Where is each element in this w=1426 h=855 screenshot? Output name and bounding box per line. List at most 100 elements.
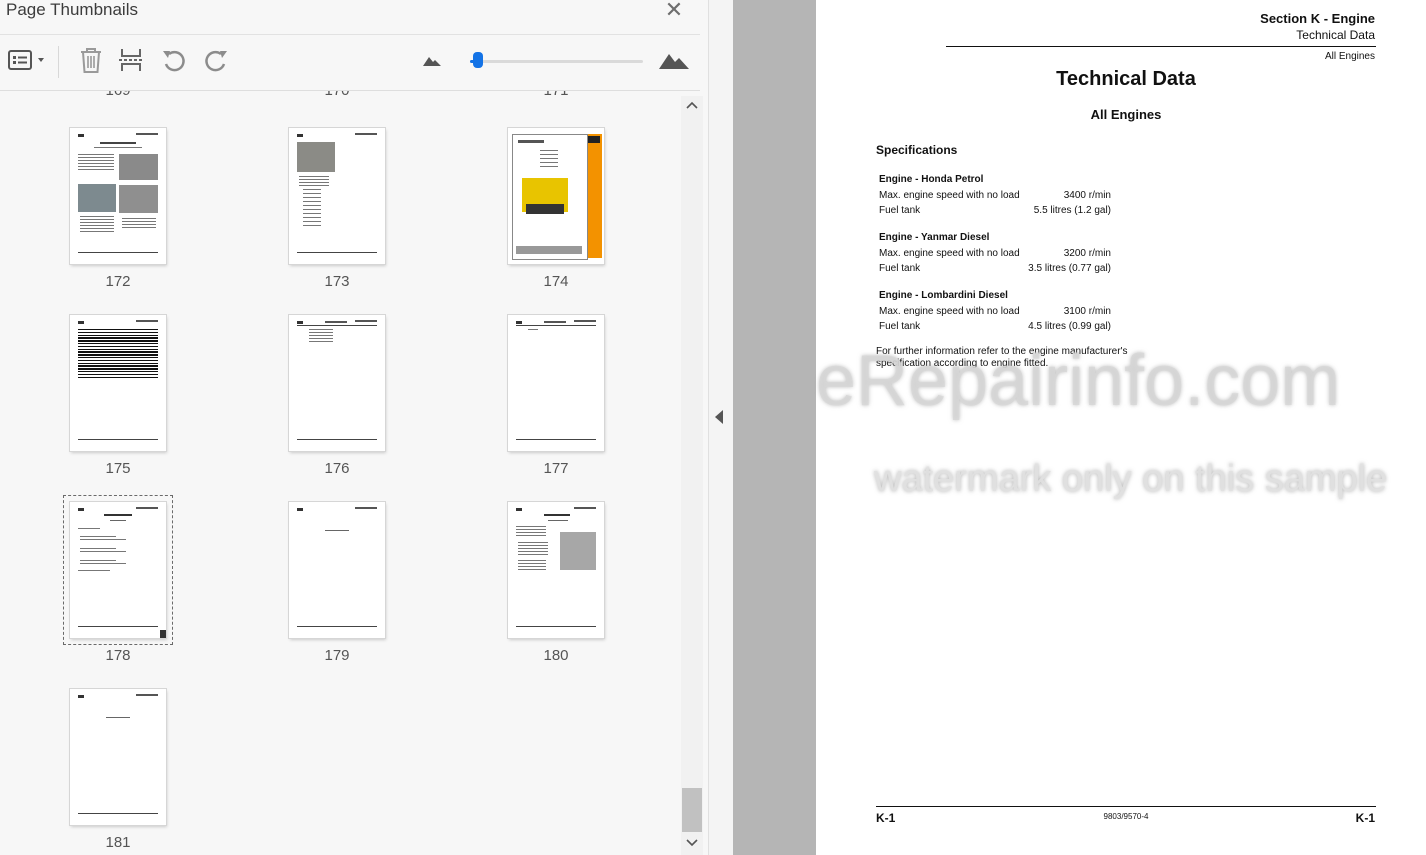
thumbnail-content (540, 162, 558, 163)
thumbnail-content (516, 321, 522, 324)
footer-page-right: K-1 (1355, 811, 1375, 825)
thumbnail-content (299, 182, 329, 183)
panel-title: Page Thumbnails (6, 0, 138, 19)
thumbnail-content (518, 566, 546, 567)
thumbnail-page-number: 173 (324, 273, 350, 290)
thumbnail-content (518, 560, 546, 561)
thumbnail-content (78, 508, 84, 511)
zoom-in-thumbnails-button[interactable] (656, 46, 692, 78)
thumbnail-content (297, 508, 303, 511)
thumbnail-content (78, 340, 158, 342)
thumbnail-content (303, 209, 321, 210)
fuel-label: Fuel tank (879, 263, 921, 274)
thumbnail-content (297, 439, 377, 440)
thumbnail-content (574, 320, 596, 322)
thumbnail-content (518, 563, 546, 564)
thumbnail-content (540, 158, 558, 159)
thumbnail-content (136, 133, 158, 135)
thumbnail-content (78, 184, 116, 212)
thumbnail-content (518, 551, 548, 552)
divider (0, 34, 700, 35)
footer-rule (876, 806, 1376, 807)
thumbnail-content (516, 626, 596, 627)
thumbnail-content (297, 626, 377, 627)
extract-pages-button[interactable] (116, 46, 146, 78)
scrollbar[interactable] (681, 96, 703, 855)
close-panel-button[interactable]: ✕ (662, 0, 686, 22)
thumbnail-content (78, 357, 158, 359)
thumbnail-content (309, 341, 333, 342)
thumbnail-page-number: 170 (317, 91, 357, 99)
thumbnail-content (78, 373, 158, 376)
thumbnail-content (78, 351, 158, 353)
delete-pages-button[interactable] (76, 46, 106, 78)
thumbnail-image (289, 128, 385, 264)
thumbnail-content (297, 142, 335, 172)
thumbnail-content (516, 325, 596, 326)
thumbnail-content (325, 530, 349, 531)
scroll-thumb[interactable] (682, 788, 702, 832)
thumbnail-content (588, 136, 600, 143)
speed-label: Max. engine speed with no load (879, 248, 1020, 259)
thumbnail-content (303, 189, 321, 190)
thumbnail-content (540, 166, 558, 167)
thumbnail-image (70, 502, 166, 638)
thumbnail-content (94, 147, 142, 148)
scroll-down-button[interactable] (681, 834, 703, 852)
slider-handle[interactable] (473, 52, 484, 68)
thumbnail-content (78, 359, 158, 362)
thumbnail-content (78, 329, 158, 331)
thumbnail-content (355, 320, 377, 322)
thumbnail-page-number: 180 (543, 647, 569, 664)
thumbnail-content (516, 535, 546, 536)
thumbnail-content (516, 439, 596, 440)
thumbnail-page-number: 169 (98, 91, 138, 99)
thumbnail-content (303, 197, 321, 198)
thumbnail-content (80, 222, 114, 223)
thumbnail-content (518, 569, 546, 570)
thumbnail-content (116, 539, 126, 540)
rotate-counterclockwise-button[interactable] (158, 46, 190, 78)
thumbnail-content (355, 133, 377, 135)
specifications-heading: Specifications (876, 143, 958, 157)
thumbnail-content (516, 508, 522, 511)
collapse-panel-icon[interactable] (715, 410, 723, 424)
thumbnail-content (544, 321, 566, 323)
thumbnail-content (80, 548, 116, 549)
thumbnail-content (516, 529, 546, 530)
thumbnail-content (309, 338, 333, 339)
speed-label: Max. engine speed with no load (879, 306, 1020, 317)
thumbnail-content (355, 507, 377, 509)
fuel-value: 4.5 litres (0.99 gal) (1028, 321, 1111, 332)
thumbnail-content (119, 154, 158, 180)
thumbnail-content (122, 221, 156, 222)
thumbnail-content (78, 345, 158, 348)
zoom-out-thumbnails-button[interactable] (420, 46, 444, 78)
thumbnail-content (518, 548, 548, 549)
thumbnail-content (136, 694, 158, 696)
thumbnail-content (80, 219, 114, 220)
thumbnail-content (78, 154, 114, 155)
watermark-sub: watermark only on this sample (874, 458, 1388, 500)
thumbnail-image (289, 315, 385, 451)
rotate-clockwise-button[interactable] (200, 46, 232, 78)
thumbnail-content (116, 551, 126, 552)
thumbnail-options-button[interactable] (4, 46, 48, 78)
panel-splitter[interactable] (708, 0, 733, 855)
thumbnail-content (540, 150, 558, 151)
thumbnail-content (78, 626, 158, 627)
thumbnail-image (70, 128, 166, 264)
thumbnail-page-number: 177 (543, 460, 569, 477)
thumbnail-content (309, 329, 333, 330)
scroll-up-button[interactable] (681, 96, 703, 114)
thumbnail-content (78, 362, 158, 364)
thumbnail-content (303, 193, 321, 194)
thumbnail-content (299, 179, 329, 180)
thumbnail-content (516, 526, 546, 527)
thumbnail-image (508, 128, 604, 264)
thumbnail-content (303, 201, 321, 202)
thumbnail-content (518, 542, 548, 543)
thumbnail-list[interactable]: 169 170 171 172 173 174 175 176 177 178 179 180 181 (0, 91, 680, 855)
thumbnail-content (78, 354, 158, 356)
thumbnail-size-slider[interactable] (470, 52, 645, 70)
